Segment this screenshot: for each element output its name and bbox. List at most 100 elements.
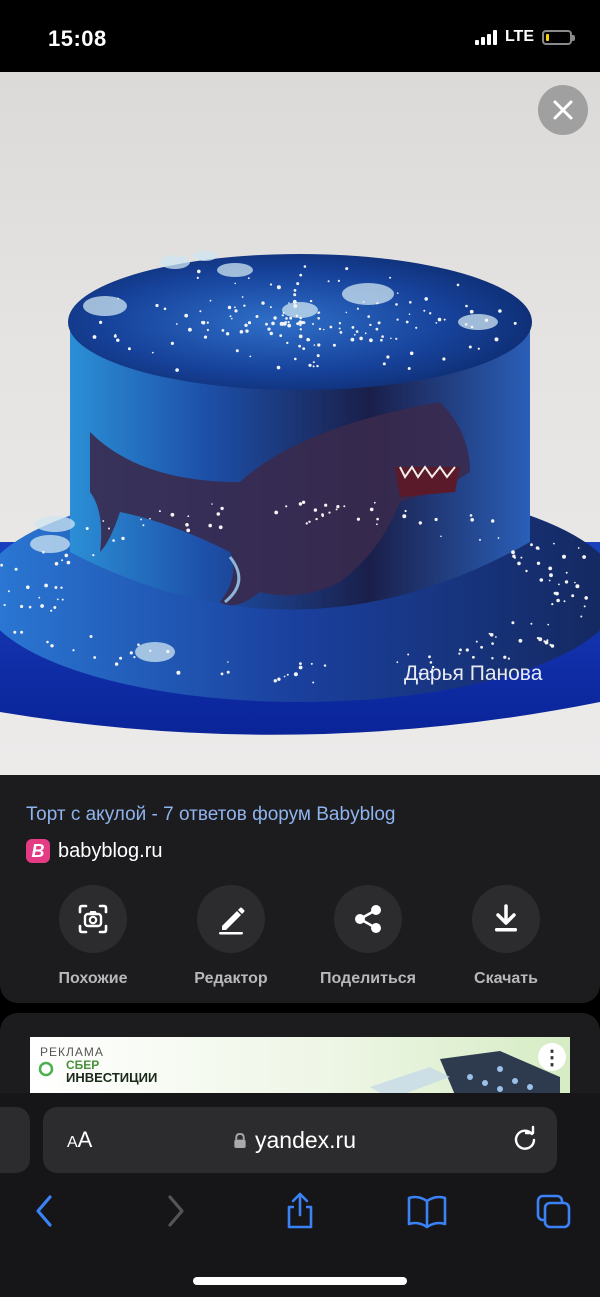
sprinkle <box>549 573 553 578</box>
sprinkle <box>507 657 510 660</box>
sprinkle <box>93 656 97 659</box>
sprinkle <box>53 606 57 609</box>
editor-button[interactable]: Редактор <box>171 885 291 988</box>
result-source-domain: babyblog.ru <box>58 839 163 862</box>
download-button-circle[interactable] <box>472 885 540 953</box>
sprinkle <box>408 313 411 315</box>
sprinkle <box>299 323 302 327</box>
share-icon <box>355 905 381 933</box>
result-info-card: Торт с акулой - 7 ответов форум Babyblog… <box>0 775 600 1003</box>
share-button-circle[interactable] <box>334 885 402 953</box>
sprinkle <box>307 338 311 342</box>
back-icon[interactable] <box>30 1191 60 1231</box>
sprinkle <box>92 554 95 557</box>
sprinkle <box>137 643 140 646</box>
sprinkle <box>480 645 483 649</box>
url-display[interactable]: yandex.ru <box>233 1127 356 1154</box>
result-title-link[interactable]: Торт с акулой - 7 ответов форум Babyblog <box>26 804 396 826</box>
sprinkle <box>269 283 273 286</box>
ad-more-button[interactable]: ⋮ <box>538 1043 566 1071</box>
sprinkle <box>170 341 174 345</box>
close-icon <box>553 100 573 120</box>
share-button[interactable]: Поделиться <box>308 885 428 988</box>
sprinkle <box>479 538 481 541</box>
sprinkle <box>322 328 325 331</box>
sprinkle <box>234 306 236 309</box>
sprinkle <box>525 569 528 573</box>
sprinkle <box>218 525 223 530</box>
sprinkle <box>13 630 17 634</box>
sprinkle <box>206 328 209 332</box>
share-sheet-icon[interactable] <box>283 1191 317 1231</box>
sprinkle <box>302 347 306 350</box>
sprinkle <box>551 603 554 606</box>
sprinkle <box>245 329 249 333</box>
sprinkle <box>351 326 355 329</box>
sprinkle <box>187 515 190 518</box>
sprinkle <box>577 547 580 549</box>
sprinkle <box>313 508 318 512</box>
sprinkle <box>114 662 119 666</box>
sprinkle <box>301 500 306 504</box>
sprinkle <box>477 347 480 350</box>
sprinkle <box>170 512 175 517</box>
sprinkle <box>390 337 392 340</box>
sprinkle <box>197 269 201 274</box>
sprinkle <box>465 648 469 652</box>
sprinkle <box>276 285 281 290</box>
bookmarks-icon[interactable] <box>406 1191 448 1231</box>
sprinkle <box>166 649 170 654</box>
editor-button-circle[interactable] <box>197 885 265 953</box>
sprinkle <box>185 523 189 527</box>
sprinkle <box>3 603 6 607</box>
sprinkle <box>429 312 432 315</box>
similar-button[interactable]: Похожие <box>33 885 153 988</box>
sprinkle <box>287 321 290 324</box>
sprinkle <box>498 309 502 313</box>
sprinkle <box>409 301 412 304</box>
reload-icon[interactable] <box>511 1125 539 1153</box>
sprinkle <box>61 559 64 562</box>
close-button[interactable] <box>538 85 588 135</box>
sprinkle <box>227 661 229 663</box>
sprinkle <box>328 511 331 514</box>
sprinkle <box>220 672 224 676</box>
sprinkle <box>140 518 143 521</box>
sprinkle <box>396 318 399 321</box>
sprinkle <box>142 524 145 527</box>
sprinkle <box>247 321 252 325</box>
sprinkle <box>511 621 515 625</box>
sprinkle <box>303 265 307 268</box>
sprinkle <box>243 304 246 307</box>
sprinkle <box>295 314 299 318</box>
download-button[interactable]: Скачать <box>446 885 566 988</box>
sprinkle <box>216 512 221 516</box>
babyblog-logo-icon: B <box>26 839 50 863</box>
sprinkle <box>261 301 265 305</box>
similar-button-circle[interactable] <box>59 885 127 953</box>
cake-photo[interactable]: Дарья Панова <box>0 72 600 775</box>
sprinkle <box>119 656 123 660</box>
sprinkle <box>491 642 494 645</box>
sprinkle <box>279 334 283 337</box>
sprinkle <box>442 357 446 361</box>
previous-tab-bar[interactable] <box>0 1107 30 1173</box>
sprinkle <box>402 514 407 519</box>
sprinkle <box>239 330 244 334</box>
sprinkle <box>99 320 103 324</box>
sprinkle <box>565 571 568 574</box>
sprinkle <box>269 306 272 309</box>
sprinkle <box>489 633 494 637</box>
sprinkle <box>229 315 232 318</box>
sprinkle <box>175 368 179 372</box>
address-bar[interactable]: AA yandex.ru <box>43 1107 557 1173</box>
sprinkle <box>548 579 551 582</box>
sprinkle <box>558 583 560 586</box>
sprinkle <box>299 316 303 320</box>
sprinkle <box>50 609 53 612</box>
sprinkle <box>299 328 302 331</box>
forward-icon[interactable] <box>160 1191 190 1231</box>
tabs-icon[interactable] <box>535 1191 573 1231</box>
text-size-button[interactable]: AA <box>67 1127 92 1153</box>
result-source[interactable]: B babyblog.ru <box>26 839 163 863</box>
